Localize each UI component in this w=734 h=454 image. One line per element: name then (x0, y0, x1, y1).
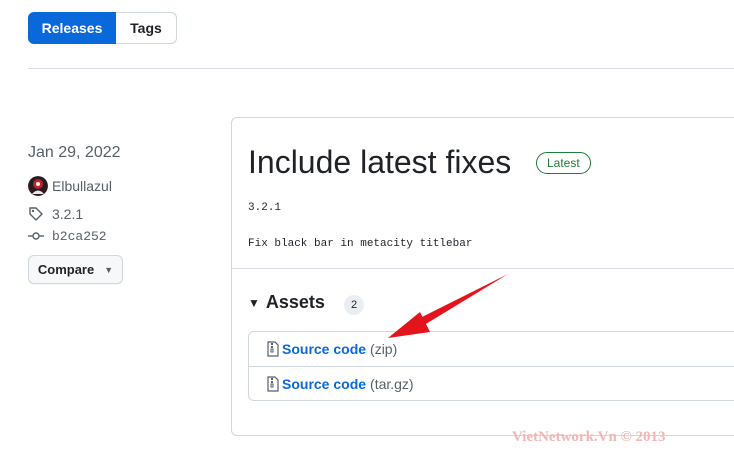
author-link[interactable]: Elbullazul (28, 176, 112, 196)
commit-hash: b2ca252 (52, 228, 107, 244)
triangle-down-icon: ▼ (248, 295, 260, 310)
asset-source-zip[interactable]: Source code (zip) (249, 332, 734, 366)
asset-name: Source code (282, 341, 367, 357)
latest-badge: Latest (536, 152, 591, 174)
compare-label: Compare (37, 262, 95, 277)
assets-toggle[interactable]: ▼ Assets 2 (248, 292, 364, 315)
header-divider (28, 68, 734, 69)
file-zip-icon (267, 341, 279, 357)
assets-heading: Assets (265, 292, 325, 312)
tag-link[interactable]: 3.2.1 (28, 206, 83, 222)
tag-name: 3.2.1 (52, 206, 84, 222)
compare-button[interactable]: Compare ▼ (28, 255, 123, 284)
watermark: VietNetwork.Vn © 2013 (512, 429, 666, 445)
tab-tags[interactable]: Tags (116, 12, 177, 44)
asset-list: Source code (zip) Source code (tar.gz) (248, 331, 734, 401)
avatar (28, 176, 48, 196)
asset-name: Source code (282, 375, 367, 392)
release-card: Include latest fixes Latest 3.2.1 Fix bl… (231, 117, 734, 436)
release-title[interactable]: Include latest fixes (248, 144, 511, 181)
tag-icon (28, 206, 44, 222)
tab-releases[interactable]: Releases (28, 12, 116, 44)
release-version-text: 3.2.1 (248, 202, 282, 214)
file-zip-icon (267, 375, 279, 392)
card-divider (232, 268, 734, 269)
asset-source-targz[interactable]: Source code (tar.gz) (249, 366, 734, 400)
commit-icon (28, 228, 44, 244)
author-name: Elbullazul (52, 178, 112, 194)
asset-ext: (zip) (370, 341, 398, 357)
chevron-down-icon: ▼ (104, 264, 114, 275)
release-tabs: Releases Tags (28, 12, 177, 44)
release-date: Jan 29, 2022 (28, 144, 121, 161)
assets-count-badge: 2 (344, 295, 364, 315)
commit-link[interactable]: b2ca252 (28, 228, 107, 244)
asset-ext: (tar.gz) (370, 375, 414, 392)
release-notes: Fix black bar in metacity titlebar (248, 238, 473, 250)
